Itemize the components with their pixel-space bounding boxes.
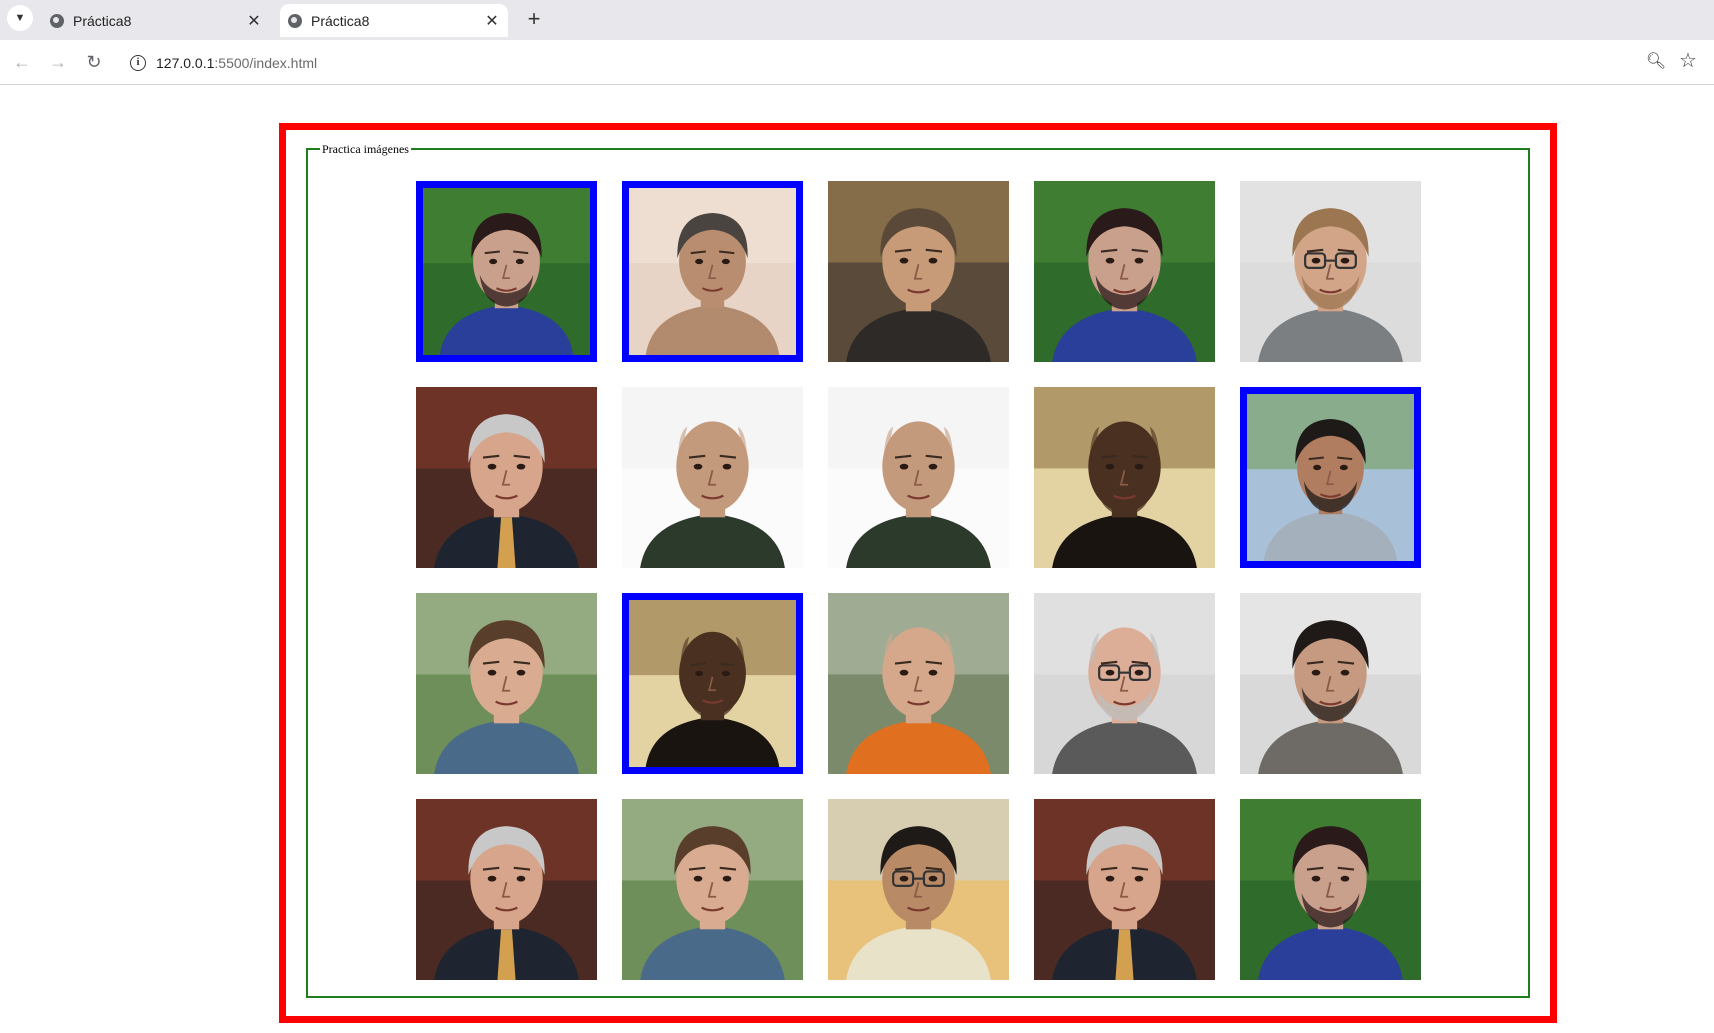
reload-icon: ↻: [86, 52, 102, 72]
portrait-image[interactable]: [416, 799, 597, 980]
chevron-down-icon: ▼: [14, 12, 26, 24]
fieldset-legend: Practica imágenes: [320, 141, 411, 157]
portrait-image[interactable]: [1240, 593, 1421, 774]
address-bar[interactable]: i 127.0.0.1:5500/index.html: [116, 46, 1656, 79]
close-icon[interactable]: ✕: [482, 11, 502, 31]
portrait-image[interactable]: [828, 387, 1009, 568]
portrait-image[interactable]: [1240, 799, 1421, 980]
portrait-image[interactable]: [828, 593, 1009, 774]
tab-bar: ▼ Práctica8 ✕ Práctica8 ✕ +: [0, 0, 1714, 40]
portrait-image-selected[interactable]: [622, 593, 803, 774]
portrait-image-selected[interactable]: [416, 181, 597, 362]
portrait-image[interactable]: [828, 181, 1009, 362]
portrait-image-selected[interactable]: [622, 181, 803, 362]
new-tab-button[interactable]: +: [520, 6, 548, 34]
portrait-image[interactable]: [828, 799, 1009, 980]
plus-icon: +: [527, 6, 541, 31]
portrait-image[interactable]: [622, 387, 803, 568]
globe-icon: [50, 13, 64, 28]
portrait-image[interactable]: [1034, 181, 1215, 362]
tab-title: Práctica8: [73, 12, 132, 29]
tab-search-button[interactable]: ▼: [7, 5, 33, 31]
tab-title: Práctica8: [311, 12, 370, 29]
info-icon[interactable]: i: [130, 54, 146, 71]
reload-button[interactable]: ↻: [80, 48, 108, 76]
url-path: :5500/index.html: [214, 54, 318, 71]
arrow-right-icon: →: [49, 52, 67, 72]
portrait-image[interactable]: [1034, 799, 1215, 980]
globe-icon: [288, 13, 302, 28]
browser-toolbar: ← → ↻ i 127.0.0.1:5500/index.html 🔍︎ ☆: [0, 40, 1714, 85]
tab-practica8-1[interactable]: Práctica8 ✕: [46, 4, 268, 37]
portrait-image-selected[interactable]: [1240, 387, 1421, 568]
portrait-image[interactable]: [416, 387, 597, 568]
zoom-icon[interactable]: 🔍︎: [1644, 50, 1668, 74]
portrait-image[interactable]: [1034, 387, 1215, 568]
close-icon[interactable]: ✕: [244, 11, 264, 31]
portrait-image[interactable]: [416, 593, 597, 774]
image-grid: [416, 181, 1421, 980]
portrait-image[interactable]: [1034, 593, 1215, 774]
tab-practica8-2[interactable]: Práctica8 ✕: [280, 4, 508, 37]
portrait-image[interactable]: [622, 799, 803, 980]
star-icon[interactable]: ☆: [1676, 49, 1700, 73]
url-host: 127.0.0.1: [156, 54, 215, 71]
forward-button[interactable]: →: [44, 48, 72, 76]
back-button[interactable]: ←: [8, 48, 36, 76]
arrow-left-icon: ←: [13, 52, 31, 72]
portrait-image[interactable]: [1240, 181, 1421, 362]
